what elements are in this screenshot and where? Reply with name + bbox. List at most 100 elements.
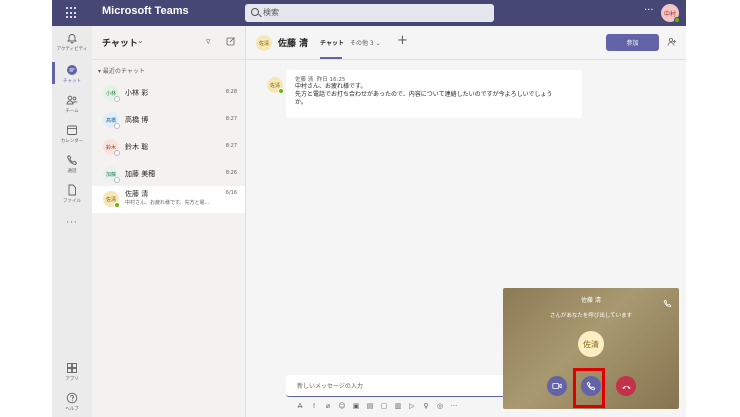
chat-time: 8:27 xyxy=(225,116,237,122)
presence-available-icon xyxy=(674,17,680,23)
attach-icon[interactable]: ⌀ xyxy=(321,402,335,414)
chat-contact-name: 小林 彩 xyxy=(125,89,149,97)
avatar: 佐清 xyxy=(103,191,120,208)
active-tab-indicator xyxy=(320,57,342,59)
rail-files-label: ファイル xyxy=(63,199,81,204)
user-avatar-initials: 中村 xyxy=(663,10,676,18)
rail-calls-label: 通話 xyxy=(67,169,77,174)
emoji-icon[interactable]: ☺ xyxy=(335,402,349,414)
rail-apps[interactable]: アプリ xyxy=(52,362,92,382)
avatar: 小林 xyxy=(103,85,120,102)
avatar[interactable]: 佐清 xyxy=(267,77,284,94)
presence-available-icon xyxy=(278,88,284,94)
tab-more[interactable]: その他 3 ⌄ xyxy=(350,38,381,47)
search-icon xyxy=(251,8,259,16)
rail-teams-label: チーム xyxy=(65,109,79,114)
message-text-line: か。 xyxy=(295,99,307,106)
rail-activity[interactable]: アクティビティ xyxy=(52,32,92,52)
more-compose-options-icon[interactable]: ··· xyxy=(447,402,461,414)
meet-now-icon[interactable]: ▢ xyxy=(377,402,391,414)
phone-icon xyxy=(66,154,78,165)
search-input[interactable]: 検索 xyxy=(245,4,494,22)
rail-help-label: ヘルプ xyxy=(65,407,79,412)
send-later-icon[interactable]: ▷ xyxy=(405,402,419,414)
apps-icon xyxy=(67,363,77,373)
chat-icon xyxy=(67,65,77,75)
important-icon[interactable]: ! xyxy=(307,402,321,414)
highlight-annotation xyxy=(573,368,605,408)
rail-chat-label: チャット xyxy=(63,79,81,84)
chat-time: 6/16 xyxy=(225,190,237,196)
filter-icon[interactable]: ▿ xyxy=(206,37,211,47)
recent-chats-label: 最近のチャット xyxy=(102,68,145,75)
chat-time: 8:26 xyxy=(225,170,237,176)
tab-chat[interactable]: チャット xyxy=(320,38,344,47)
conversation-header: 佐清 佐藤 清 チャット その他 3 ⌄ + 参加 xyxy=(246,26,686,60)
help-icon xyxy=(66,392,78,404)
gif-icon[interactable]: ▣ xyxy=(349,402,363,414)
caller-avatar: 佐清 xyxy=(578,331,604,357)
avatar[interactable]: 佐清 xyxy=(256,35,272,51)
message-text-line: 中村さん、お疲れ様です。 xyxy=(295,83,367,90)
call-status-text: さんがあなたを呼び出しています xyxy=(549,313,633,319)
people-icon[interactable] xyxy=(667,37,677,47)
more-options-icon[interactable]: ··· xyxy=(644,5,654,16)
rail-files[interactable]: ファイル xyxy=(52,184,92,204)
chat-list-item[interactable]: 加藤 加藤 美穂 8:26 xyxy=(92,161,245,188)
format-icon[interactable]: A̶ xyxy=(293,402,307,414)
chat-list-item[interactable]: 鈴木 鈴木 聡 8:27 xyxy=(92,134,245,161)
chat-list-item[interactable]: 小林 小林 彩 8:28 xyxy=(92,80,245,107)
recent-chats-section[interactable]: ▾ 最近のチャット xyxy=(98,66,145,75)
join-button[interactable]: 参加 xyxy=(606,34,659,51)
presence-offline-icon xyxy=(114,96,120,102)
phone-icon xyxy=(663,299,672,308)
user-avatar[interactable]: 中村 xyxy=(661,4,680,23)
presence-offline-icon xyxy=(114,177,120,183)
chat-contact-name: 鈴木 聡 xyxy=(125,143,149,151)
chat-list-item-selected[interactable]: 佐清 佐藤 清 中村さん、お疲れ様です。先方と電... 6/16 xyxy=(92,186,245,213)
chat-time: 8:28 xyxy=(225,89,237,95)
conversation-title: 佐藤 清 xyxy=(278,39,309,49)
chat-list-item[interactable]: 高橋 高橋 博 8:27 xyxy=(92,107,245,134)
search-placeholder: 検索 xyxy=(263,8,279,17)
caller-name: 佐藤 清 xyxy=(581,297,601,304)
app-launcher-icon[interactable] xyxy=(66,7,78,19)
loop-icon[interactable]: ◎ xyxy=(433,402,447,414)
chat-contact-name: 佐藤 清 xyxy=(125,190,149,198)
sticker-icon[interactable]: ▤ xyxy=(363,402,377,414)
chat-list-header: チャット ⌄ ▿ xyxy=(92,26,245,60)
video-camera-icon xyxy=(552,383,562,389)
new-chat-icon[interactable] xyxy=(226,36,236,46)
accept-video-button[interactable] xyxy=(547,376,567,396)
chat-list-title[interactable]: チャット xyxy=(102,36,138,49)
calendar-icon xyxy=(67,125,77,135)
avatar-initials: 佐清 xyxy=(258,40,269,47)
praise-icon[interactable]: ♀ xyxy=(419,402,433,414)
rail-calendar-label: カレンダー xyxy=(60,139,84,144)
rail-chat[interactable]: チャット xyxy=(52,64,92,84)
avatar: 高橋 xyxy=(103,112,120,129)
rail-apps-label: アプリ xyxy=(65,377,79,382)
message-bubble[interactable]: 佐藤 清 昨日 16:25 中村さん、お疲れ様です。 先方と電話でお打ち合わせが… xyxy=(286,70,582,118)
message-text-line: 先方と電話でお打ち合わせがあったので、内容について連絡したいのですが今よろしいで… xyxy=(295,91,553,98)
rail-calls[interactable]: 通話 xyxy=(52,154,92,174)
presence-available-icon xyxy=(114,202,120,208)
teams-window: Microsoft Teams 検索 ··· 中村 アクティビティ チャット チ… xyxy=(52,0,686,417)
teams-icon xyxy=(66,95,78,105)
message-meta: 佐藤 清 昨日 16:25 xyxy=(295,75,573,83)
decline-call-button[interactable] xyxy=(616,376,636,396)
rail-teams[interactable]: チーム xyxy=(52,94,92,114)
avatar: 鈴木 xyxy=(103,139,120,156)
more-apps-icon[interactable]: ··· xyxy=(52,218,92,228)
add-tab-icon[interactable]: + xyxy=(397,33,408,48)
app-title: Microsoft Teams xyxy=(102,5,189,17)
avatar: 加藤 xyxy=(103,166,120,183)
schedule-icon[interactable]: ▥ xyxy=(391,402,405,414)
chevron-down-icon[interactable]: ⌄ xyxy=(137,36,144,45)
rail-help[interactable]: ヘルプ xyxy=(52,392,92,412)
chat-list-pane: チャット ⌄ ▿ ▾ 最近のチャット 小林 小林 彩 8:28 高橋 高橋 博 … xyxy=(92,26,246,417)
chat-time: 8:27 xyxy=(225,143,237,149)
rail-calendar[interactable]: カレンダー xyxy=(52,124,92,144)
hang-up-icon xyxy=(621,385,631,389)
title-bar: Microsoft Teams 検索 ··· 中村 xyxy=(52,0,686,26)
